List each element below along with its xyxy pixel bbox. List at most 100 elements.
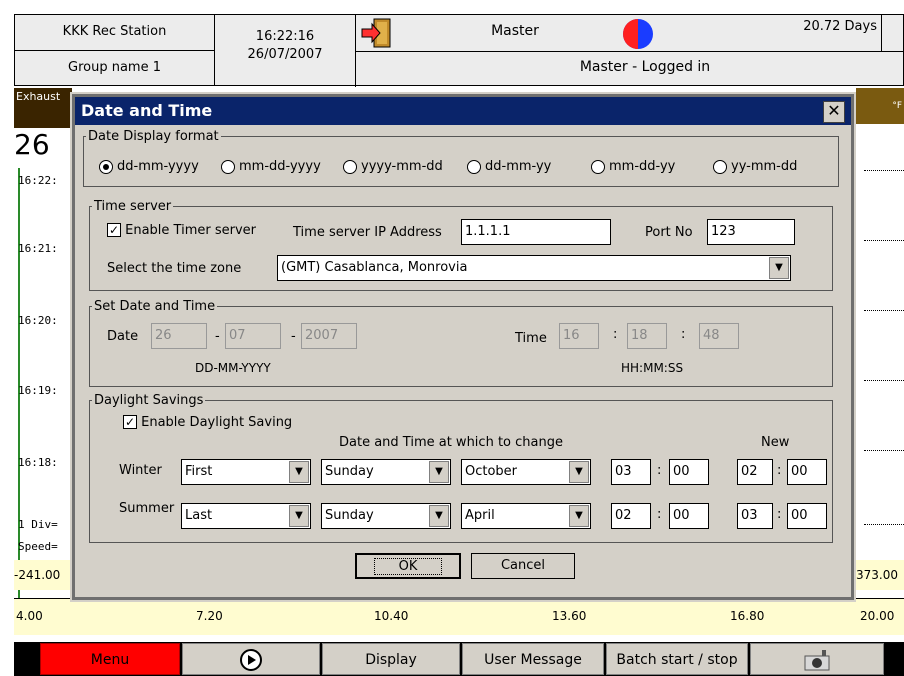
radio-label: mm-dd-yy bbox=[609, 159, 676, 174]
checkbox-label: Enable Timer server bbox=[125, 223, 256, 238]
time-separator: : bbox=[657, 463, 662, 478]
winter-new-minute-input[interactable]: 00 bbox=[787, 459, 827, 485]
radio-yyyy-mm-dd[interactable]: yyyy-mm-dd bbox=[343, 159, 443, 174]
date-format-group: Date Display format bbox=[83, 129, 839, 187]
chevron-down-icon[interactable]: ▼ bbox=[289, 505, 309, 527]
daylight-legend: Daylight Savings bbox=[94, 393, 204, 408]
ok-button[interactable]: OK bbox=[355, 553, 461, 579]
radio-mm-dd-yy[interactable]: mm-dd-yy bbox=[591, 159, 675, 174]
radio-yy-mm-dd[interactable]: yy-mm-dd bbox=[713, 159, 797, 174]
hour-input[interactable]: 16 bbox=[559, 323, 599, 349]
ok-label: OK bbox=[373, 558, 443, 575]
select-value: Sunday bbox=[325, 464, 374, 479]
time-separator: : bbox=[777, 463, 782, 478]
port-label: Port No bbox=[645, 225, 693, 240]
enable-daylight-checkbox[interactable]: ✓ Enable Daylight Saving bbox=[123, 415, 292, 430]
winter-minute-input[interactable]: 00 bbox=[669, 459, 709, 485]
year-input[interactable]: 2007 bbox=[301, 323, 357, 349]
axis-tick: 4.00 bbox=[16, 609, 43, 623]
dialog-title-bar: Date and Time ✕ bbox=[75, 97, 851, 125]
play-button[interactable] bbox=[182, 643, 320, 675]
date-separator: - bbox=[291, 329, 296, 344]
chevron-down-icon[interactable]: ▼ bbox=[769, 257, 789, 279]
summer-week-select[interactable]: Last ▼ bbox=[181, 503, 311, 529]
winter-label: Winter bbox=[119, 463, 162, 478]
date-format-hint: DD-MM-YYYY bbox=[195, 361, 271, 375]
close-icon[interactable]: ✕ bbox=[823, 101, 845, 123]
user-name: Master bbox=[491, 23, 539, 39]
new-header: New bbox=[761, 435, 790, 450]
axis-tick: 13.60 bbox=[552, 609, 587, 623]
time-zone-select[interactable]: (GMT) Casablanca, Monrovia ▼ bbox=[277, 255, 791, 281]
bottom-toolbar: Menu Display User Message Batch start / … bbox=[14, 642, 904, 676]
div-label: 1 Div= bbox=[18, 518, 58, 531]
days-remaining: 20.72 Days bbox=[803, 19, 877, 34]
cancel-button[interactable]: Cancel bbox=[471, 553, 575, 579]
chevron-down-icon[interactable]: ▼ bbox=[569, 505, 589, 527]
dialog-body: Date Display format dd-mm-yyyy mm-dd-yyy… bbox=[75, 125, 851, 597]
date-label: Date bbox=[107, 329, 139, 344]
chevron-down-icon[interactable]: ▼ bbox=[569, 461, 589, 483]
select-value: April bbox=[465, 508, 495, 523]
radio-mm-dd-yyyy[interactable]: mm-dd-yyyy bbox=[221, 159, 321, 174]
camera-button[interactable] bbox=[750, 643, 884, 675]
user-message-button[interactable]: User Message bbox=[462, 643, 604, 675]
radio-label: dd-mm-yyyy bbox=[117, 159, 199, 174]
month-input[interactable]: 07 bbox=[225, 323, 281, 349]
date-separator: - bbox=[215, 329, 220, 344]
menu-button[interactable]: Menu bbox=[40, 643, 180, 675]
enable-timer-checkbox[interactable]: ✓ Enable Timer server bbox=[107, 223, 256, 238]
summer-new-minute-input[interactable]: 00 bbox=[787, 503, 827, 529]
port-input[interactable]: 123 bbox=[707, 219, 795, 245]
login-icon[interactable] bbox=[360, 17, 394, 49]
winter-hour-input[interactable]: 03 bbox=[611, 459, 651, 485]
dialog-title: Date and Time bbox=[81, 101, 213, 120]
winter-day-select[interactable]: Sunday ▼ bbox=[321, 459, 451, 485]
timestamp: 16:20: bbox=[18, 314, 58, 327]
channel-value: 26 bbox=[14, 128, 50, 161]
summer-label: Summer bbox=[119, 501, 175, 516]
time-separator: : bbox=[657, 507, 662, 522]
timestamp: 16:18: bbox=[18, 456, 58, 469]
summer-day-select[interactable]: Sunday ▼ bbox=[321, 503, 451, 529]
chevron-down-icon[interactable]: ▼ bbox=[289, 461, 309, 483]
time-axis: 4.00 7.20 10.40 13.60 16.80 20.00 bbox=[14, 598, 904, 635]
radio-dd-mm-yy[interactable]: dd-mm-yy bbox=[467, 159, 551, 174]
station-name: KKK Rec Station bbox=[15, 15, 215, 51]
summer-new-hour-input[interactable]: 03 bbox=[737, 503, 773, 529]
ip-address-input[interactable]: 1.1.1.1 bbox=[461, 219, 611, 245]
set-date-time-legend: Set Date and Time bbox=[94, 299, 216, 314]
axis-tick: 7.20 bbox=[196, 609, 223, 623]
timestamp: 16:21: bbox=[18, 242, 58, 255]
timestamp: 16:19: bbox=[18, 384, 58, 397]
summer-hour-input[interactable]: 02 bbox=[611, 503, 651, 529]
time-separator: : bbox=[681, 327, 686, 342]
login-status: Master - Logged in bbox=[579, 59, 711, 75]
radio-label: dd-mm-yy bbox=[485, 159, 552, 174]
minute-input[interactable]: 18 bbox=[627, 323, 667, 349]
axis-tick: 10.40 bbox=[374, 609, 409, 623]
change-header: Date and Time at which to change bbox=[339, 435, 563, 450]
chevron-down-icon[interactable]: ▼ bbox=[429, 461, 449, 483]
select-value: Sunday bbox=[325, 508, 374, 523]
display-button[interactable]: Display bbox=[322, 643, 460, 675]
date-time-dialog: Date and Time ✕ Date Display format dd-m… bbox=[70, 92, 856, 602]
ip-address-label: Time server IP Address bbox=[293, 225, 442, 240]
radio-label: mm-dd-yyyy bbox=[239, 159, 321, 174]
left-scale-value: -241.00 bbox=[14, 560, 72, 590]
winter-week-select[interactable]: First ▼ bbox=[181, 459, 311, 485]
chevron-down-icon[interactable]: ▼ bbox=[429, 505, 449, 527]
summer-minute-input[interactable]: 00 bbox=[669, 503, 709, 529]
camera-icon bbox=[804, 650, 830, 671]
date-format-legend: Date Display format bbox=[88, 129, 219, 144]
winter-month-select[interactable]: October ▼ bbox=[461, 459, 591, 485]
group-name: Group name 1 bbox=[15, 51, 215, 85]
time-zone-value: (GMT) Casablanca, Monrovia bbox=[281, 260, 468, 275]
time-format-hint: HH:MM:SS bbox=[621, 361, 684, 375]
radio-dd-mm-yyyy[interactable]: dd-mm-yyyy bbox=[99, 159, 199, 174]
winter-new-hour-input[interactable]: 02 bbox=[737, 459, 773, 485]
summer-month-select[interactable]: April ▼ bbox=[461, 503, 591, 529]
second-input[interactable]: 48 bbox=[699, 323, 739, 349]
batch-button[interactable]: Batch start / stop bbox=[606, 643, 748, 675]
day-input[interactable]: 26 bbox=[151, 323, 207, 349]
